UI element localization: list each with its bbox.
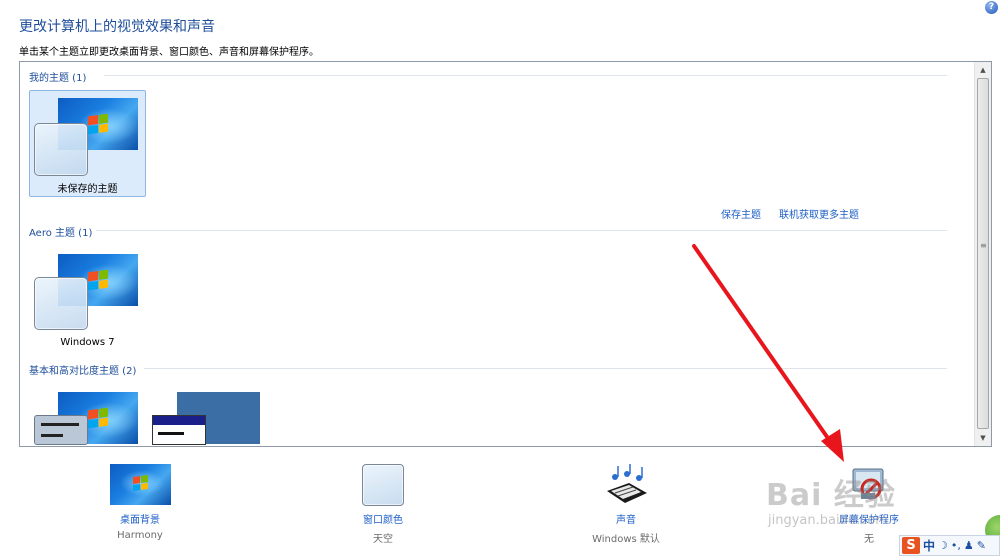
music-notes-icon	[607, 464, 647, 503]
group-label-basic: 基本和高对比度主题 (2)	[29, 366, 137, 377]
scroll-up-icon[interactable]: ▲	[975, 62, 991, 78]
moon-icon[interactable]: ☽	[938, 539, 948, 552]
page-title: 更改计算机上的视觉效果和声音	[19, 19, 215, 35]
ime-mode-indicator[interactable]: 中	[923, 537, 935, 554]
vertical-scrollbar[interactable]: ▲ ≡ ▼	[974, 62, 991, 446]
page-subtitle: 单击某个主题立即更改桌面背景、窗口颜色、声音和屏幕保护程序。	[19, 47, 319, 58]
group-divider	[144, 368, 947, 369]
group-header-basic: 基本和高对比度主题 (2)	[29, 362, 136, 377]
group-divider	[104, 75, 947, 76]
basic-window-preview	[34, 415, 88, 445]
window-color-swatch	[34, 123, 88, 176]
windows-logo-icon	[88, 407, 108, 429]
help-icon[interactable]: ?	[985, 1, 998, 14]
theme-label: Windows 7	[60, 337, 115, 348]
ime-toolbar[interactable]: S 中 ☽ •, ♟ ✎	[899, 535, 1000, 556]
window-color-value: 天空	[373, 534, 393, 545]
desktop-background-label: 桌面背景	[120, 515, 160, 526]
windows-logo-icon	[88, 269, 108, 291]
desktop-background-icon	[110, 464, 171, 505]
theme-item-high-contrast[interactable]	[148, 384, 265, 446]
watermark-logo: Bai 经验	[766, 478, 896, 513]
scroll-down-icon[interactable]: ▼	[975, 430, 991, 446]
window-color-icon	[362, 464, 404, 506]
high-contrast-window-preview	[152, 415, 206, 445]
watermark-url: jingyan.baidu.com	[768, 513, 888, 528]
window-color-swatch	[34, 277, 88, 330]
theme-item-windows7-basic[interactable]	[29, 384, 146, 446]
save-theme-link[interactable]: 保存主题	[721, 206, 761, 221]
scroll-grip-icon: ≡	[980, 241, 987, 250]
get-more-themes-link[interactable]: 联机获取更多主题	[779, 206, 859, 221]
sogou-logo-icon[interactable]: S	[902, 537, 920, 554]
desktop-background-value: Harmony	[117, 530, 163, 541]
user-icon[interactable]: ♟	[964, 539, 974, 552]
window-color-label: 窗口颜色	[363, 515, 403, 526]
group-header-my-themes: 我的主题 (1)	[29, 69, 86, 84]
theme-label: 未保存的主题	[57, 184, 118, 195]
windows-logo-icon	[88, 113, 108, 135]
group-header-aero: Aero 主题 (1)	[29, 224, 92, 239]
theme-item-windows7[interactable]: Windows 7	[29, 246, 146, 349]
personalization-window: 更改计算机上的视觉效果和声音 单击某个主题立即更改桌面背景、窗口颜色、声音和屏幕…	[0, 0, 1000, 556]
sound-label: 声音	[616, 515, 636, 526]
wrench-icon[interactable]: ✎	[977, 539, 986, 552]
group-divider	[96, 230, 947, 231]
theme-list: 我的主题 (1) 未保存的主题 保存主题 联机获取更多主题 Aero 主题 (1…	[19, 61, 992, 447]
group-label-my-themes: 我的主题 (1)	[29, 73, 87, 84]
scroll-thumb[interactable]: ≡	[977, 78, 989, 429]
theme-item-unsaved[interactable]: 未保存的主题	[29, 90, 146, 197]
sound-value: Windows 默认	[592, 534, 660, 545]
punctuation-icon[interactable]: •,	[951, 539, 961, 552]
group-label-aero: Aero 主题 (1)	[29, 228, 93, 239]
